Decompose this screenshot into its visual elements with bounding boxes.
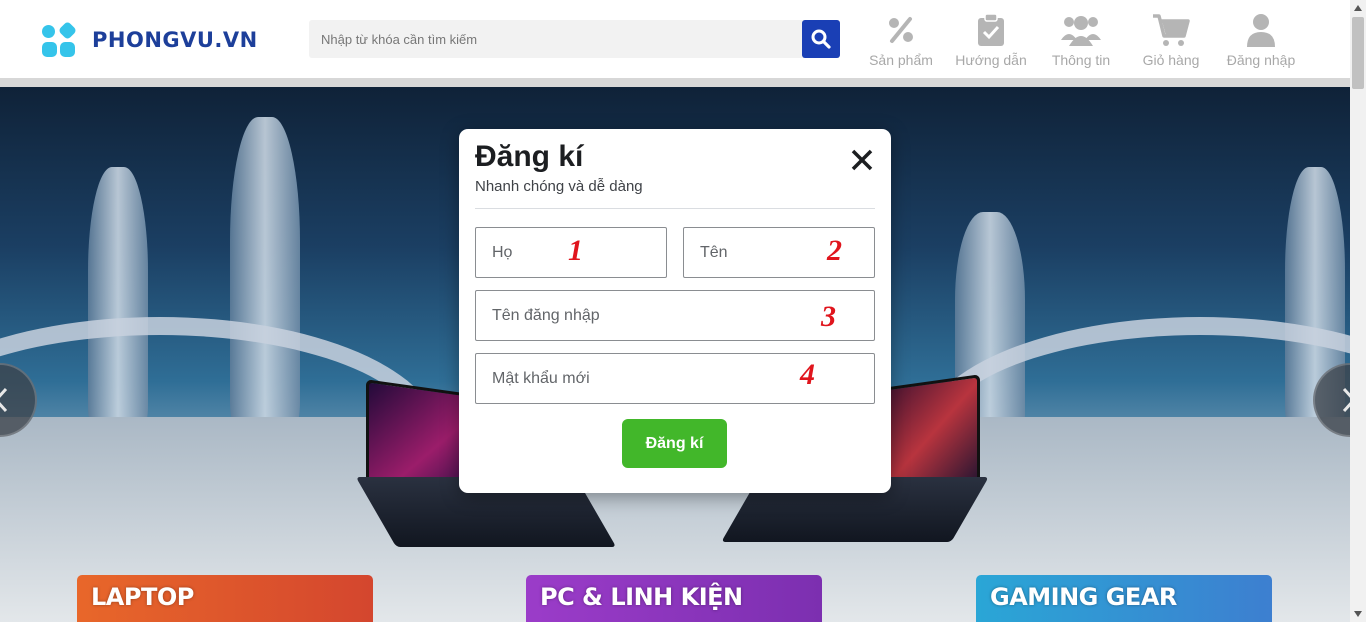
clipboard-check-icon: [976, 10, 1006, 50]
nav-products-label: Sản phẩm: [869, 52, 933, 68]
nav-login[interactable]: Đăng nhập: [1216, 10, 1306, 68]
search-bar: [309, 20, 840, 58]
logo-text: PHONGVU.VN: [92, 28, 258, 52]
category-label: GAMING GEAR: [990, 583, 1177, 611]
search-icon: [811, 29, 831, 49]
scroll-up-button[interactable]: [1350, 0, 1366, 16]
scroll-thumb[interactable]: [1352, 17, 1364, 89]
category-card-laptop[interactable]: LAPTOP: [77, 575, 373, 622]
site-header: PHONGVU.VN Sản phẩm Hướng dẫn: [0, 0, 1350, 78]
users-icon: [1060, 10, 1102, 50]
site-logo[interactable]: PHONGVU.VN: [42, 20, 258, 58]
close-icon[interactable]: [849, 147, 875, 173]
annotation-marker-2: 2: [827, 234, 842, 267]
register-modal: Đăng kí Nhanh chóng và dễ dàng 1 2 3 4 Đ…: [459, 129, 891, 493]
logo-mark-icon: [42, 20, 78, 58]
category-card-gaming-gear[interactable]: GAMING GEAR: [976, 575, 1272, 622]
header-divider: [0, 78, 1350, 87]
page-scrollbar[interactable]: [1350, 0, 1366, 622]
scroll-down-button[interactable]: [1350, 606, 1366, 622]
nav-info[interactable]: Thông tin: [1036, 10, 1126, 68]
chevron-right-icon: [1342, 387, 1350, 413]
cart-icon: [1152, 10, 1190, 50]
modal-divider: [475, 208, 875, 209]
password-input[interactable]: [475, 353, 875, 404]
nav-products[interactable]: Sản phẩm: [856, 10, 946, 68]
category-card-pc[interactable]: PC & LINH KIỆN: [526, 575, 822, 622]
nav-guide-label: Hướng dẫn: [955, 52, 1027, 68]
search-button[interactable]: [802, 20, 840, 58]
scroll-down-arrow-icon: [1354, 611, 1362, 617]
nav-cart[interactable]: Giỏ hàng: [1126, 10, 1216, 68]
annotation-marker-1: 1: [568, 234, 583, 267]
nav-cart-label: Giỏ hàng: [1142, 52, 1200, 68]
search-input[interactable]: [309, 20, 802, 58]
nav-login-label: Đăng nhập: [1226, 52, 1296, 68]
register-submit-button[interactable]: Đăng kí: [622, 419, 727, 468]
modal-subtitle: Nhanh chóng và dễ dàng: [475, 178, 643, 195]
username-input[interactable]: [475, 290, 875, 341]
user-icon: [1246, 10, 1276, 50]
nav-info-label: Thông tin: [1051, 52, 1111, 68]
nav-guide[interactable]: Hướng dẫn: [946, 10, 1036, 68]
modal-title: Đăng kí: [475, 140, 584, 173]
scroll-up-arrow-icon: [1354, 5, 1362, 11]
chevron-left-icon: [0, 387, 8, 413]
category-label: PC & LINH KIỆN: [540, 583, 743, 611]
annotation-marker-3: 3: [821, 300, 836, 333]
percent-tag-icon: [886, 10, 916, 50]
first-name-input[interactable]: [683, 227, 875, 278]
category-label: LAPTOP: [91, 583, 194, 611]
annotation-marker-4: 4: [800, 358, 815, 391]
